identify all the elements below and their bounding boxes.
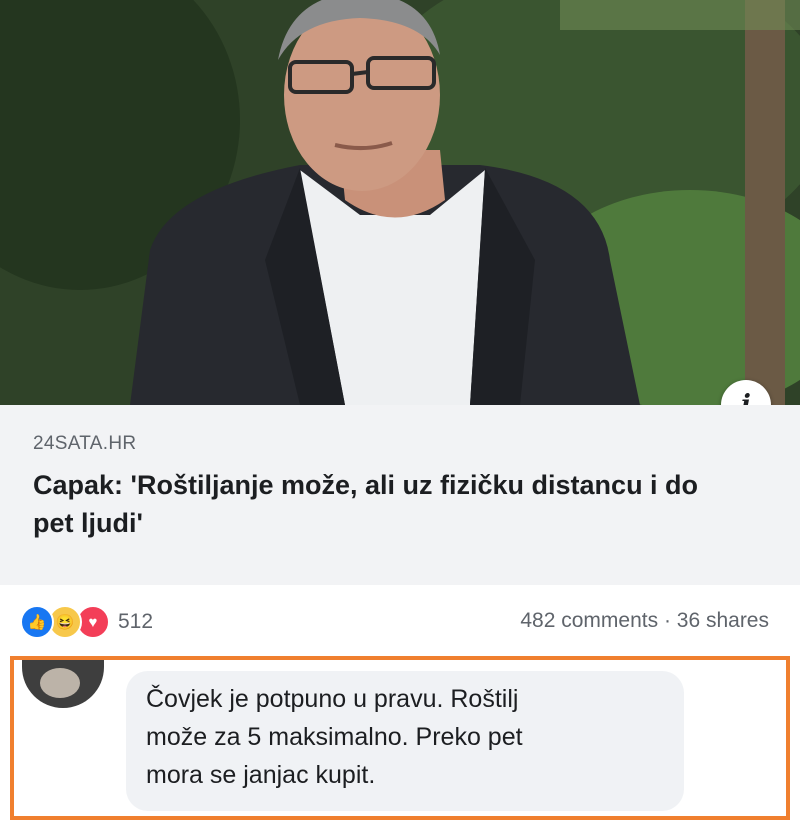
post-photo[interactable]: [0, 0, 800, 405]
link-headline[interactable]: Capak: 'Roštiljanje može, ali uz fizičku…: [33, 466, 723, 542]
man-in-suit-photo: [0, 0, 800, 405]
like-icon: 👍: [20, 605, 54, 639]
reactions-summary[interactable]: 👍 😆 ♥ 512: [20, 604, 153, 640]
highlighted-comment: Čovjek je potpuno u pravu. Roštilj može …: [10, 656, 790, 820]
comments-shares-count[interactable]: 482 comments · 36 shares: [520, 609, 769, 633]
avatar[interactable]: [22, 660, 104, 708]
link-source: 24SATA.HR: [33, 433, 137, 454]
comment-text: Čovjek je potpuno u pravu. Roštilj može …: [146, 685, 523, 789]
redacted-name: [144, 660, 434, 667]
reaction-count: 512: [118, 610, 154, 633]
